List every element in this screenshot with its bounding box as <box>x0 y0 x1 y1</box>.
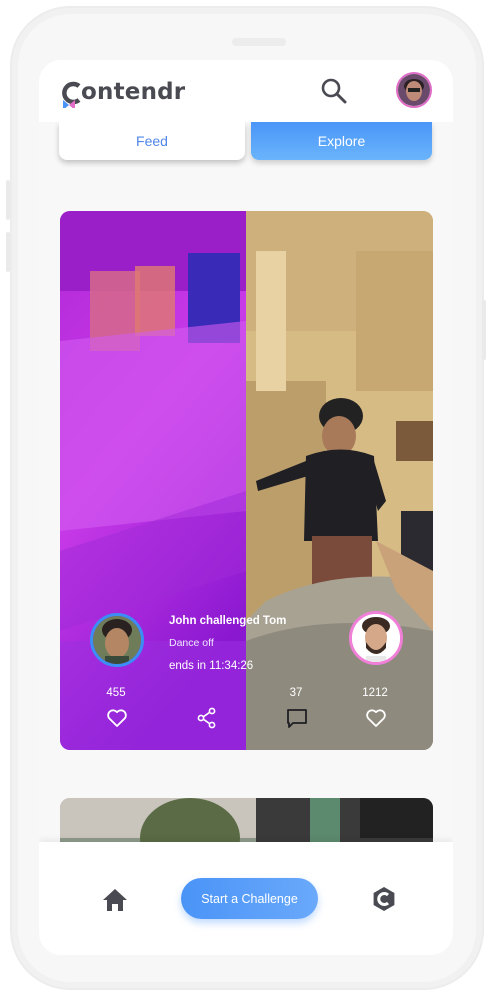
challenger-like-count: 455 <box>106 687 126 699</box>
challenger-avatar[interactable] <box>90 613 144 667</box>
challenge-category: Dance off <box>169 637 214 649</box>
power-button <box>482 300 486 360</box>
challenge-timer: ends in 11:34:26 <box>169 660 253 672</box>
comment-icon[interactable] <box>285 706 309 730</box>
profile-photo-image <box>398 74 430 106</box>
challenge-card[interactable]: John challenged Tom Dance off ends in 11… <box>60 211 433 750</box>
home-icon[interactable] <box>101 886 129 914</box>
opponent-video[interactable] <box>246 211 433 750</box>
profile-avatar[interactable] <box>396 72 432 108</box>
challenge-title: John challenged Tom <box>169 615 287 627</box>
tab-explore[interactable]: Explore <box>251 122 432 160</box>
opponent-face-image <box>352 614 400 662</box>
share-icon[interactable] <box>195 706 219 730</box>
volume-down-button <box>6 232 10 272</box>
comment-count: 37 <box>289 687 303 699</box>
app-logo[interactable]: ontendr <box>59 76 185 110</box>
tab-feed[interactable]: Feed <box>59 122 245 160</box>
app-header: ontendr <box>39 60 453 122</box>
content-area: Feed Explore John challenged Tom Dance o… <box>39 122 453 892</box>
search-icon[interactable] <box>319 76 349 106</box>
opponent-like-count: 1212 <box>362 687 388 699</box>
ends-label: ends in <box>169 660 207 672</box>
bottom-navigation: Start a Challenge <box>39 842 453 955</box>
ends-time: 11:34:26 <box>209 660 254 672</box>
contendr-logo-mark-icon <box>62 81 81 108</box>
contendr-logo-icon[interactable] <box>371 886 397 912</box>
heart-icon[interactable] <box>364 706 388 730</box>
logo-text: ontendr <box>81 79 186 105</box>
volume-up-button <box>6 180 10 220</box>
heart-icon[interactable] <box>105 706 129 730</box>
speaker-grille <box>232 38 286 46</box>
app-screen: Feed Explore John challenged Tom Dance o… <box>39 60 453 955</box>
opponent-avatar[interactable] <box>349 611 403 665</box>
challenger-face-image <box>93 616 141 664</box>
start-challenge-button[interactable]: Start a Challenge <box>181 878 318 919</box>
